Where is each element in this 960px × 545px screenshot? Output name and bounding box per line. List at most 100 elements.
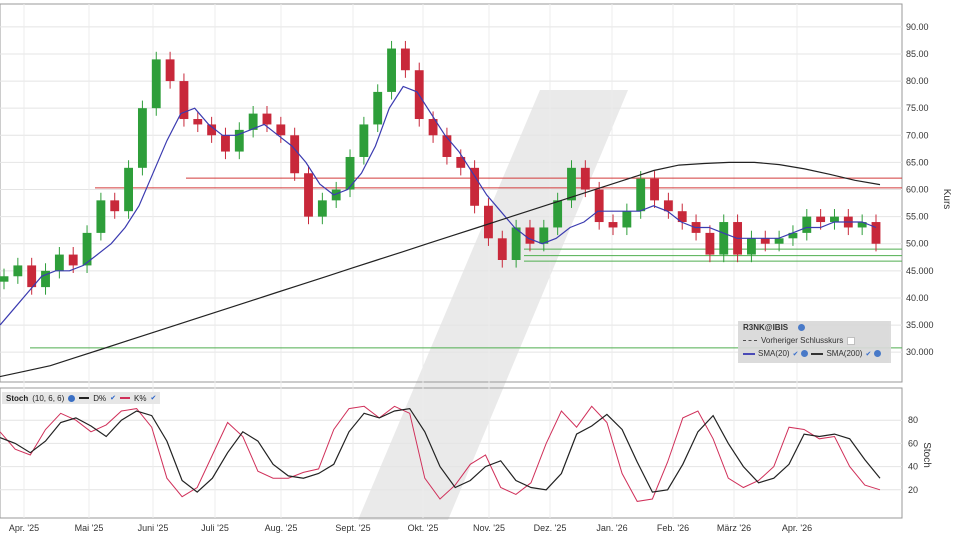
candle-body — [345, 156, 355, 190]
candle-body — [484, 205, 493, 239]
candle-body — [373, 91, 383, 125]
stoch-title: Stoch — [6, 393, 29, 403]
candle-body — [317, 200, 327, 217]
candle-body — [636, 178, 646, 212]
candle-body — [802, 216, 812, 233]
candle-body — [68, 254, 78, 266]
stoch-tick-label: 60 — [908, 438, 918, 448]
price-tick-label: 40.00 — [906, 293, 929, 303]
candle-body — [511, 227, 521, 260]
candle-body — [580, 167, 590, 190]
price-tick-label: 60.00 — [906, 185, 929, 195]
x-tick-label: Feb. '26 — [657, 523, 689, 533]
price-tick-label: 90.00 — [906, 22, 929, 32]
legend-sma20-label: SMA(20) — [758, 349, 790, 358]
candle-body — [276, 124, 286, 136]
stoch-tick-label: 80 — [908, 415, 918, 425]
price-tick-label: 85.00 — [906, 49, 929, 59]
check-icon[interactable]: ✔ — [110, 394, 116, 402]
candle-body — [262, 113, 272, 125]
candle-body — [497, 238, 507, 260]
checkbox-icon[interactable] — [847, 336, 856, 345]
candle-body — [871, 222, 881, 244]
candle-body — [553, 200, 563, 228]
x-tick-label: Aug. '25 — [265, 523, 298, 533]
x-tick-label: Sept. '25 — [335, 523, 370, 533]
candle-body — [13, 265, 23, 277]
dashed-line-swatch — [743, 340, 757, 341]
check-icon[interactable]: ✔ — [150, 394, 156, 402]
legend-sma200-label: SMA(200) — [826, 349, 863, 358]
candle-body — [705, 232, 715, 255]
legend-symbol: R3NK@IBIS — [743, 323, 789, 332]
price-legend: R3NK@IBIS Vorheriger Schlusskurs SMA(20)… — [738, 321, 891, 363]
stoch-d-label: D% — [93, 393, 107, 403]
candle-body — [96, 200, 106, 233]
candle-body — [221, 135, 230, 152]
candle-body — [137, 108, 147, 168]
price-tick-label: 30.000 — [906, 347, 934, 357]
candle-body — [151, 59, 161, 109]
candle-body — [0, 276, 9, 282]
price-axis-title: Kurs — [941, 189, 952, 210]
candle-body — [193, 119, 203, 125]
candle-body — [525, 227, 535, 244]
x-tick-label: Nov. '25 — [473, 523, 505, 533]
eye-icon[interactable] — [68, 394, 76, 402]
candle-body — [622, 211, 632, 228]
price-tick-label: 35.000 — [906, 320, 934, 330]
candle-body — [290, 135, 300, 174]
check-icon[interactable]: ✔ — [793, 350, 799, 358]
candle-body — [359, 124, 369, 157]
eye-icon[interactable] — [801, 350, 809, 357]
candle-body — [594, 189, 604, 223]
stoch-k-label: K% — [134, 393, 147, 403]
price-tick-label: 70.00 — [906, 130, 929, 140]
x-tick-label: Apr. '25 — [9, 523, 39, 533]
x-tick-label: Apr. '26 — [782, 523, 812, 533]
x-tick-label: Jan. '26 — [596, 523, 627, 533]
candle-body — [387, 48, 396, 92]
stoch-tick-label: 20 — [908, 485, 918, 495]
chart-root: 90.00 85.00 80.00 75.00 70.00 65.00 60.00 55.00… — [0, 0, 960, 540]
eye-icon[interactable] — [874, 350, 882, 357]
candle-body — [774, 238, 784, 244]
candle-body — [719, 222, 729, 255]
sma20-swatch — [743, 352, 755, 355]
candle-body — [650, 178, 659, 201]
price-tick-label: 50.00 — [906, 239, 929, 249]
candle-body — [110, 200, 120, 212]
x-tick-label: Okt. '25 — [408, 523, 439, 533]
candle-body — [304, 173, 313, 217]
k-swatch — [120, 397, 131, 399]
candle-body — [400, 48, 410, 71]
legend-prev-close-label: Vorheriger Schlusskurs — [761, 336, 844, 345]
price-tick-label: 75.00 — [906, 103, 929, 113]
stoch-tick-label: 40 — [908, 462, 918, 472]
x-tick-label: März '26 — [717, 523, 751, 533]
price-tick-label: 80.00 — [906, 76, 929, 86]
d-swatch — [79, 397, 90, 399]
candle-body — [608, 222, 618, 228]
candle-body — [816, 216, 826, 223]
candle-body — [830, 216, 839, 223]
candle-body — [165, 59, 175, 82]
price-tick-label: 55.00 — [906, 212, 929, 222]
candle-body — [567, 167, 576, 201]
watermark-shape — [358, 90, 628, 520]
candle-body — [442, 135, 452, 157]
candle-body — [747, 238, 756, 255]
price-tick-label: 65.00 — [906, 157, 929, 167]
candle-body — [124, 167, 133, 212]
price-tick-label: 45.000 — [906, 266, 934, 276]
chart-svg: 90.00 85.00 80.00 75.00 70.00 65.00 60.00 55.00… — [0, 3, 952, 533]
x-tick-label: Juli '25 — [201, 523, 229, 533]
stoch-axis-title: Stoch — [921, 442, 932, 468]
check-icon[interactable]: ✔ — [865, 350, 871, 358]
stoch-params: (10, 6, 6) — [32, 393, 65, 403]
x-tick-label: Mai '25 — [75, 523, 104, 533]
stoch-legend: Stoch (10, 6, 6) D% ✔ K% ✔ — [2, 392, 161, 404]
eye-icon[interactable] — [798, 324, 805, 331]
sma200-swatch — [811, 352, 824, 355]
candle-body — [760, 238, 770, 244]
